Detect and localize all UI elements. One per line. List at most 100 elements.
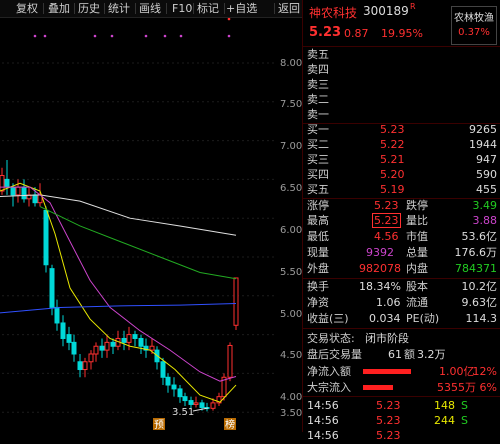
stock-name: 神农科技 (309, 6, 358, 20)
toolbar-stats-button[interactable]: 统计 (108, 0, 130, 17)
buy-price: 5.23 (380, 123, 405, 136)
toolbar-overlay-button[interactable]: 叠加 (48, 0, 70, 17)
tick-row: 14:56 5.23 244 S (307, 414, 468, 427)
ma-line-blue (0, 303, 237, 314)
toolbar-divider (166, 3, 167, 14)
buy-volume: 9265 (469, 123, 497, 136)
stats-row: 最高 5.23 量比 3.88 (307, 213, 497, 228)
sell-row: 卖二 (303, 92, 500, 108)
candle-body (0, 175, 5, 192)
moving-averages (0, 182, 237, 403)
sector-change: 0.37% (458, 27, 490, 38)
stats-row: 换手 18.34% 股本 10.2亿 (307, 280, 497, 293)
toolbar-history-button[interactable]: 历史 (78, 0, 100, 17)
candle-body (138, 337, 144, 347)
y-tick-label: 5.00 (280, 309, 302, 320)
candle-body (210, 402, 216, 409)
buy-label: 买三 (307, 153, 329, 166)
buy-label: 买四 (307, 168, 329, 181)
stats-row: 最低 4.56 市值 53.6亿 (307, 230, 497, 243)
toolbar-divider (224, 3, 225, 14)
sell-label: 卖三 (307, 78, 329, 91)
toolbar-divider (274, 3, 275, 14)
ma-line-green (39, 206, 237, 280)
toolbar-divider (104, 3, 105, 14)
buy-price: 5.21 (380, 153, 405, 166)
candle-body (199, 402, 205, 409)
candle-body (110, 341, 116, 347)
toolbar-add-watchlist-button[interactable]: +自选 (226, 0, 257, 17)
signal-dot (144, 34, 148, 38)
y-tick-label: 3.50 (280, 408, 302, 419)
y-tick-label: 8.00 (280, 58, 302, 69)
sell-row: 卖五 (303, 47, 500, 63)
candle-body (71, 341, 77, 355)
signal-dot (110, 34, 114, 38)
buy-label: 买一 (307, 123, 329, 136)
net-inflow-row: 净流入额 1.00亿 12% (307, 365, 497, 378)
sell-row: 卖四 (303, 62, 500, 78)
toolbar-f10-button[interactable]: F10 (172, 0, 192, 17)
signal-dot (227, 18, 231, 21)
candle-body (32, 194, 38, 204)
ma-line-purple (0, 186, 237, 382)
stock-code: 300189 (363, 4, 409, 18)
candle-body (193, 402, 199, 405)
stats-row: 现量 9392 总量 176.6万 (307, 246, 497, 259)
candle-body (21, 186, 27, 200)
candle-body (121, 337, 127, 343)
sector-badge[interactable]: 农林牧渔 0.37% (451, 6, 497, 45)
sector-name: 农林牧渔 (454, 13, 494, 24)
stats-row: 外盘 982078 内盘 784371 (307, 262, 497, 275)
after-hours-row: 盘后交易量 61 额 3.2万 (307, 348, 446, 361)
low-price-label: 3.51 (172, 407, 194, 418)
candle-body (177, 388, 183, 398)
signal-dot (227, 34, 231, 38)
candle-body (66, 334, 72, 343)
sell-row: 卖三 (303, 77, 500, 93)
signal-dot (163, 34, 167, 38)
sell-label: 卖一 (307, 108, 329, 121)
toolbar-back-button[interactable]: 返回 (278, 0, 300, 17)
stats-row: 涨停 5.23 跌停 3.49 (307, 199, 497, 212)
trading-status-row: 交易状态: 闭市阶段 (307, 332, 409, 345)
toolbar-divider (193, 3, 194, 14)
signal-dots (33, 18, 231, 38)
candle-body (93, 345, 99, 355)
chart-toolbar: 复权 叠加 历史 统计 画线 F10 标记 +自选 返回 (0, 0, 302, 18)
price-change-pct: 19.95% (381, 27, 423, 40)
signal-dot (33, 34, 37, 38)
candle-body (126, 334, 132, 343)
block-inflow-bar (363, 385, 393, 390)
toolbar-draw-button[interactable]: 画线 (139, 0, 161, 17)
signal-dot (93, 34, 97, 38)
y-tick-label: 4.50 (280, 350, 302, 361)
toolbar-mark-button[interactable]: 标记 (197, 0, 219, 17)
yu-badge-label: 预 (154, 419, 164, 431)
buy-volume: 947 (476, 153, 497, 166)
signal-dot (179, 34, 183, 38)
candle-body (182, 396, 188, 402)
y-tick-label: 7.50 (280, 99, 302, 110)
r-mark: R (410, 2, 416, 11)
buy-row: 买二 5.22 1944 (303, 137, 500, 153)
candle-body (104, 341, 110, 351)
ma-line-yellow (0, 182, 237, 403)
divider (303, 396, 500, 397)
tick-row: 14:56 5.23 148 S (307, 399, 468, 412)
bang-badge-label: 榜 (225, 418, 235, 431)
block-inflow-row: 大宗流入 5355万 6% (307, 381, 497, 394)
candle-body (77, 361, 83, 371)
last-price: 5.23 (309, 25, 342, 40)
candle-body (99, 345, 105, 351)
buy-label: 买五 (307, 183, 329, 196)
sell-label: 卖五 (307, 48, 329, 61)
candlestick-chart[interactable]: 8.00 7.50 7.00 6.50 6.00 5.50 5.00 4.50 … (0, 18, 302, 432)
toolbar-fuquan-button[interactable]: 复权 (16, 0, 38, 17)
sell-label: 卖二 (307, 93, 329, 106)
y-tick-label: 6.50 (280, 183, 302, 194)
buy-volume: 1944 (469, 138, 497, 151)
tick-row: 14:56 5.23 (307, 429, 401, 442)
candle-body (49, 268, 55, 308)
candle-body (10, 186, 16, 196)
